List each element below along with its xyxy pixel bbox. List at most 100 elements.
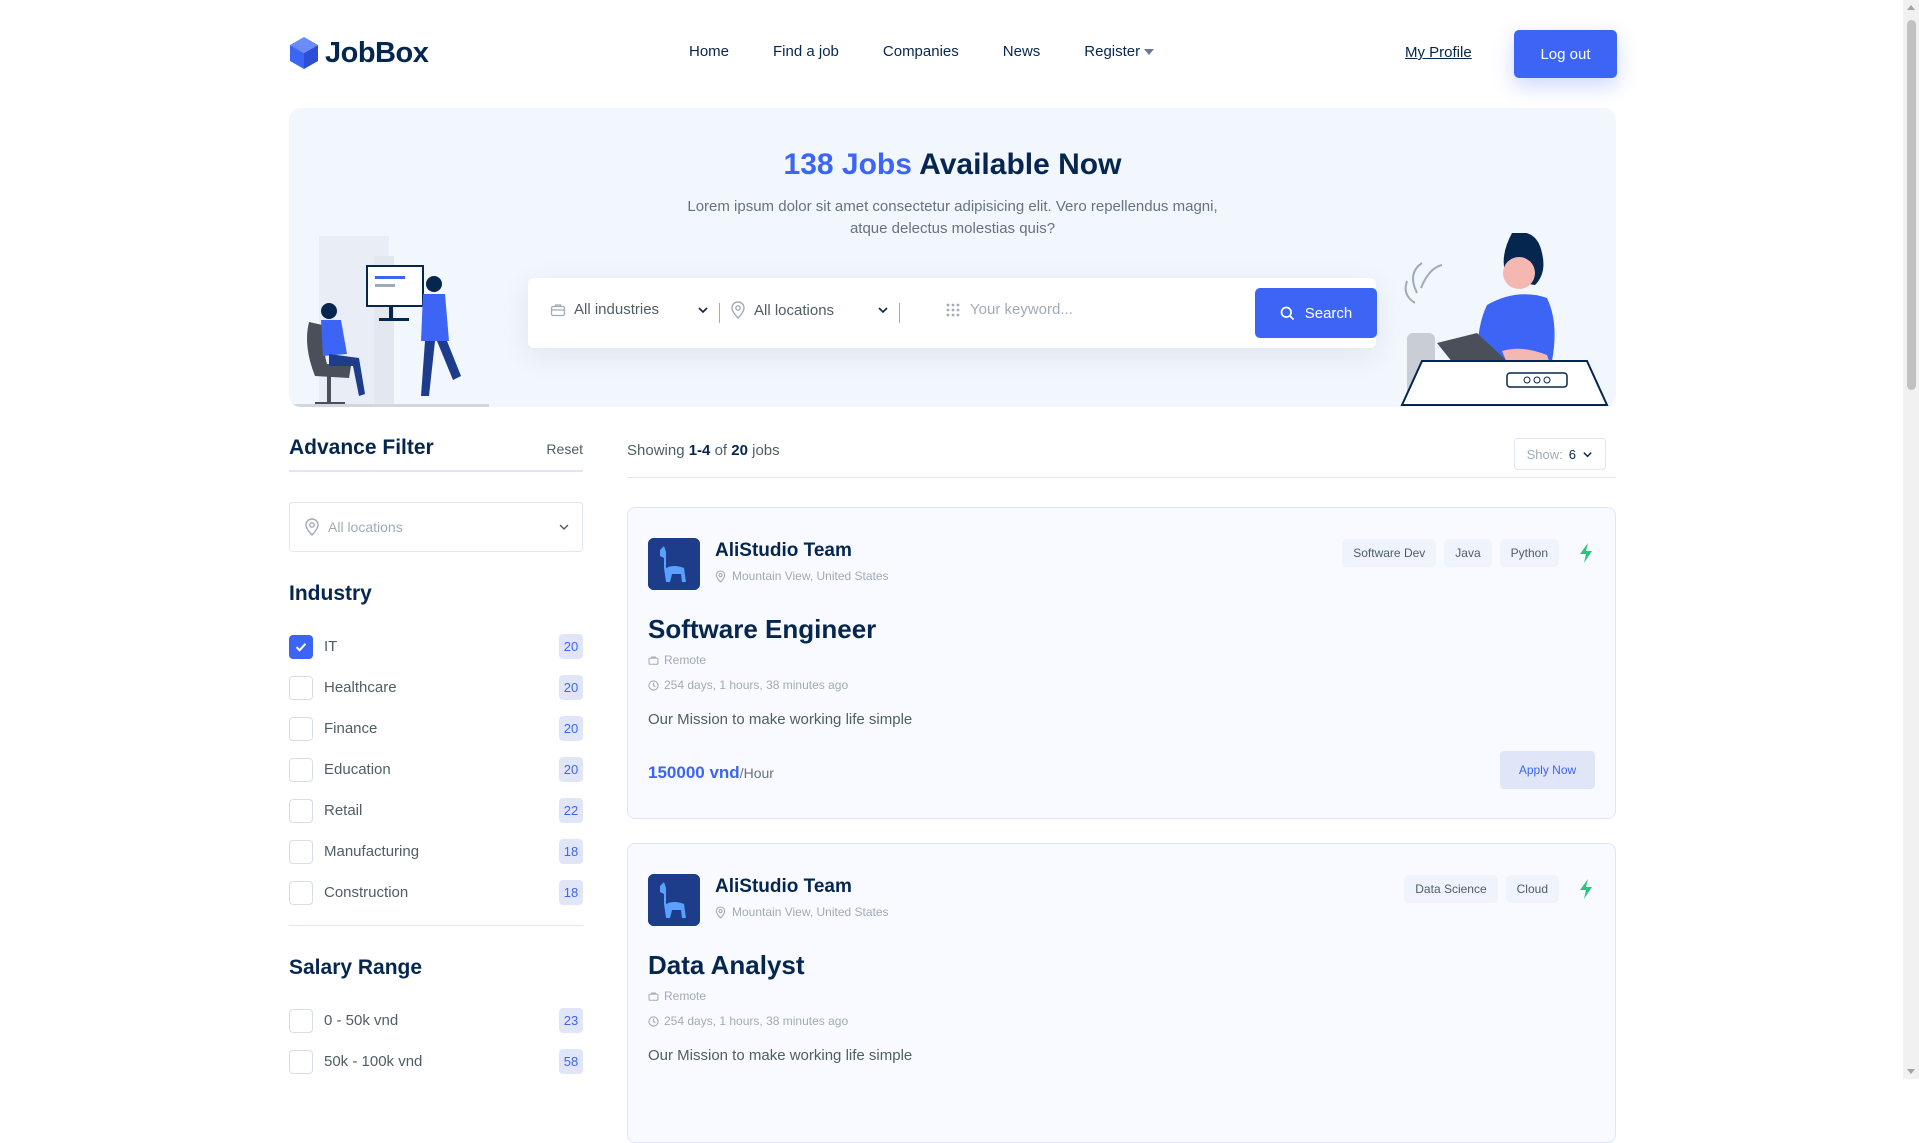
industry-label: Finance (324, 720, 378, 737)
job-description: Our Mission to make working life simple (648, 711, 913, 728)
filter-location-select[interactable]: All locations (289, 502, 583, 552)
job-search-bar: All industries All locations Your keywor… (528, 278, 1377, 348)
location-select[interactable]: All locations (730, 301, 834, 319)
show-label: Show: (1526, 446, 1563, 462)
briefcase-icon (648, 992, 659, 1001)
industry-select[interactable]: All industries (550, 301, 659, 318)
showing-range: 1-4 (688, 442, 711, 459)
nav-companies[interactable]: Companies (883, 43, 959, 60)
search-button[interactable]: Search (1255, 288, 1377, 338)
checkbox[interactable] (289, 757, 313, 782)
industry-option[interactable]: Manufacturing 18 (289, 831, 583, 872)
office-workers-illustration (289, 236, 489, 407)
checkbox[interactable] (289, 1008, 313, 1033)
skill-tag[interactable]: Data Science (1404, 875, 1498, 903)
clock-icon (648, 679, 659, 691)
results-header: Showing 1-4 of 20 jobs Show: 6 (627, 438, 1616, 478)
logout-button[interactable]: Log out (1514, 30, 1617, 78)
industry-label: Manufacturing (324, 843, 420, 860)
apply-now-button[interactable]: Apply Now (1500, 751, 1595, 789)
nav-find-a-job[interactable]: Find a job (773, 43, 839, 60)
checkbox[interactable] (289, 798, 313, 823)
salary-option[interactable]: 50k - 100k vnd 58 (289, 1041, 583, 1082)
industry-option[interactable]: Healthcare 20 (289, 667, 583, 708)
location-text: Mountain View, United States (732, 569, 889, 583)
industry-option[interactable]: Construction 18 (289, 872, 583, 913)
keyword-input[interactable]: Your keyword... (946, 301, 1073, 318)
salary-list: 0 - 50k vnd 23 50k - 100k vnd 58 (289, 1000, 583, 1082)
my-profile-link[interactable]: My Profile (1405, 44, 1472, 61)
page-scrollbar[interactable] (1903, 0, 1919, 1079)
skill-tag[interactable]: Python (1499, 539, 1559, 567)
industry-option[interactable]: Education 20 (289, 749, 583, 790)
checkbox-checked[interactable] (289, 634, 313, 659)
count-badge: 20 (559, 634, 583, 659)
logo[interactable]: JobBox (289, 36, 429, 70)
company-name[interactable]: AliStudio Team (715, 876, 852, 898)
lightning-bolt-icon (1580, 543, 1592, 563)
logo-text: JobBox (325, 36, 429, 69)
showing-prefix: Showing (627, 442, 689, 459)
skill-tags: Data Science Cloud (1404, 875, 1595, 903)
grid-icon (946, 303, 960, 316)
job-card[interactable]: AliStudio Team Mountain View, United Sta… (627, 843, 1616, 1143)
keyword-placeholder: Your keyword... (970, 301, 1073, 318)
count-badge: 23 (559, 1008, 583, 1033)
count-badge: 18 (559, 839, 583, 864)
salary-amount: 150000 vnd (648, 763, 740, 782)
chevron-down-icon (1583, 451, 1592, 457)
job-card[interactable]: AliStudio Team Mountain View, United Sta… (627, 507, 1616, 819)
page-size-select[interactable]: Show: 6 (1513, 438, 1606, 470)
industry-option[interactable]: IT 20 (289, 626, 583, 667)
llama-logo-icon (648, 874, 700, 926)
nav-news[interactable]: News (1003, 43, 1041, 60)
salary-option[interactable]: 0 - 50k vnd 23 (289, 1000, 583, 1041)
job-salary: 150000 vnd/Hour (648, 763, 774, 783)
nav-home[interactable]: Home (689, 43, 729, 60)
advance-filter-panel: Advance Filter Reset All locations Indus… (289, 436, 583, 1082)
location-text: Mountain View, United States (732, 905, 889, 919)
skill-tag[interactable]: Software Dev (1342, 539, 1437, 567)
map-pin-icon (715, 905, 726, 919)
industry-option[interactable]: Retail 22 (289, 790, 583, 831)
cube-logo-icon (290, 37, 318, 69)
chevron-down-icon (878, 307, 888, 314)
hero-title-highlight: 138 Jobs (783, 148, 912, 181)
show-value: 6 (1568, 446, 1576, 462)
industry-label: IT (324, 638, 338, 655)
scroll-down-arrow-icon[interactable] (1907, 1069, 1915, 1074)
filter-header: Advance Filter Reset (289, 436, 583, 472)
job-posted-time: 254 days, 1 hours, 38 minutes ago (648, 678, 848, 692)
checkbox[interactable] (289, 880, 313, 905)
skill-tag[interactable]: Java (1444, 539, 1492, 567)
count-badge: 18 (559, 880, 583, 905)
industry-list: IT 20 Healthcare 20 Finance 20 Education… (289, 626, 583, 913)
scrollbar-thumb[interactable] (1907, 20, 1916, 390)
scroll-up-arrow-icon[interactable] (1907, 5, 1915, 10)
divider (289, 925, 583, 926)
company-name[interactable]: AliStudio Team (715, 540, 852, 562)
checkbox[interactable] (289, 675, 313, 700)
search-button-label: Search (1304, 304, 1353, 322)
job-type: Remote (648, 989, 706, 1003)
checkbox[interactable] (289, 1049, 313, 1074)
separator (899, 303, 900, 323)
job-title[interactable]: Data Analyst (648, 950, 805, 981)
count-badge: 20 (559, 716, 583, 741)
job-type: Remote (648, 653, 706, 667)
results-count: Showing 1-4 of 20 jobs (627, 442, 780, 459)
count-badge: 20 (559, 757, 583, 782)
skill-tag[interactable]: Cloud (1505, 875, 1559, 903)
nav-register[interactable]: Register (1084, 43, 1155, 60)
chevron-down-icon (559, 524, 569, 530)
checkbox[interactable] (289, 716, 313, 741)
showing-of: of (710, 442, 732, 459)
salary-unit: /Hour (739, 765, 774, 781)
industry-option[interactable]: Finance 20 (289, 708, 583, 749)
checkbox[interactable] (289, 839, 313, 864)
briefcase-icon (550, 303, 566, 316)
job-title[interactable]: Software Engineer (648, 614, 876, 645)
showing-suffix: jobs (747, 442, 780, 459)
map-pin-icon (305, 518, 319, 536)
reset-link[interactable]: Reset (546, 441, 583, 457)
